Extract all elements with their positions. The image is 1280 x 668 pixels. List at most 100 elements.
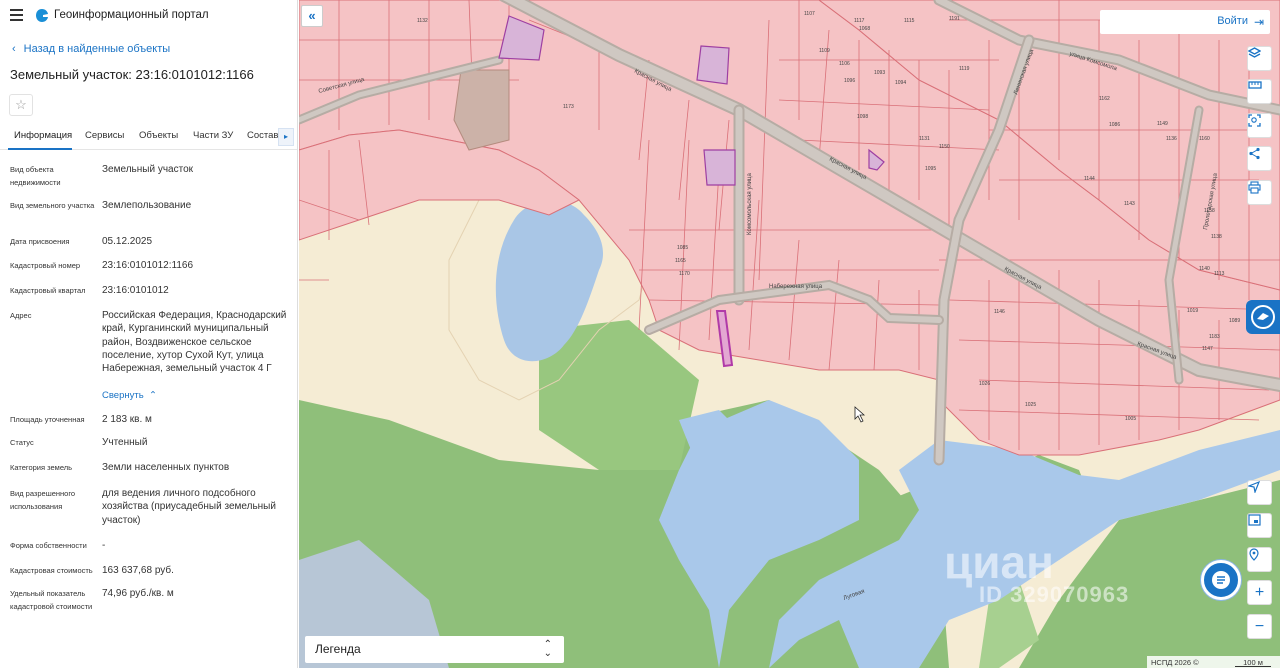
svg-text:1138: 1138 <box>1211 234 1222 240</box>
svg-text:1150: 1150 <box>939 144 950 150</box>
tab-parts[interactable]: Части ЗУ <box>193 130 233 141</box>
chevron-left-icon: ‹ <box>12 43 16 55</box>
property-value: 05.12.2025 <box>102 236 153 247</box>
property-value: 74,96 руб./кв. м <box>102 588 174 599</box>
highlighted-parcel[interactable] <box>696 45 730 85</box>
svg-text:1146: 1146 <box>994 309 1005 315</box>
map-view[interactable]: Красная улица Красная улица Красная улиц… <box>299 0 1280 668</box>
minimap-button[interactable] <box>1247 513 1272 538</box>
property-value: Учтенный <box>102 437 148 448</box>
share-button[interactable] <box>1247 146 1272 171</box>
back-to-results-link[interactable]: ‹ Назад в найденные объекты <box>12 43 170 55</box>
info-panel: Геоинформационный портал ‹ Назад в найден… <box>0 0 298 668</box>
svg-text:1158: 1158 <box>1204 208 1215 214</box>
zoom-in-button[interactable]: + <box>1247 580 1272 605</box>
svg-text:1005: 1005 <box>1125 416 1136 422</box>
property-value: 23:16:0101012:1166 <box>102 260 194 271</box>
property-value: - <box>102 540 106 551</box>
feedback-button[interactable] <box>1246 300 1280 334</box>
svg-text:1144: 1144 <box>1084 176 1095 182</box>
property-value: Земли населенных пунктов <box>102 462 230 473</box>
watermark-logo: циан <box>944 536 1054 588</box>
property-value: 163 637,68 руб. <box>102 565 174 576</box>
collapse-address-link[interactable]: Свернуть ⌃ <box>102 390 157 401</box>
tabs-scroll-right-button[interactable]: ▸ <box>278 128 294 146</box>
property-label: Вид объекта недвижимости <box>10 165 61 187</box>
property-value: 2 183 кв. м <box>102 414 152 425</box>
scale-bar: НСПД 2026 © 100 м <box>1147 656 1280 668</box>
chat-icon <box>1212 571 1230 589</box>
print-button[interactable] <box>1247 180 1272 205</box>
property-label: Кадастровая стоимость <box>10 566 93 575</box>
zoom-out-button[interactable]: − <box>1247 614 1272 639</box>
ruler-button[interactable] <box>1247 79 1272 104</box>
svg-text:1019: 1019 <box>1187 308 1198 314</box>
layers-icon <box>1248 47 1261 58</box>
svg-text:1096: 1096 <box>844 78 855 84</box>
property-value: 23:16:0101012 <box>102 285 169 296</box>
scale-label: 100 м <box>1235 658 1271 667</box>
street-label: Набережная улица <box>769 284 823 290</box>
select-area-button[interactable] <box>1247 113 1272 138</box>
property-label: Вид земельного участка <box>10 201 95 210</box>
portal-logo-icon <box>36 9 48 22</box>
login-button[interactable]: Войти ⇥ <box>1100 10 1270 34</box>
svg-text:1173: 1173 <box>563 104 574 110</box>
svg-text:1095: 1095 <box>925 166 936 172</box>
navigation-arrow-icon <box>1248 481 1260 493</box>
copyright-text: НСПД 2026 © <box>1151 658 1199 667</box>
svg-text:1131: 1131 <box>919 136 930 142</box>
svg-text:1132: 1132 <box>417 18 428 24</box>
tab-services[interactable]: Сервисы <box>85 130 124 141</box>
svg-text:1170: 1170 <box>679 271 690 277</box>
menu-icon[interactable] <box>10 9 23 21</box>
object-title: Земельный участок: 23:16:0101012:1166 <box>10 67 254 82</box>
highlighted-parcel[interactable] <box>703 149 736 186</box>
svg-text:1143: 1143 <box>1124 201 1135 207</box>
property-label: Площадь уточненная <box>10 415 85 424</box>
chat-button[interactable] <box>1201 560 1241 600</box>
property-value: Земельный участок <box>102 164 194 175</box>
svg-text:1113: 1113 <box>1214 271 1225 277</box>
favorite-star-icon[interactable]: ☆ <box>9 94 33 116</box>
minus-icon: − <box>1254 617 1265 635</box>
svg-text:1117: 1117 <box>854 18 865 24</box>
svg-text:1162: 1162 <box>1099 96 1110 102</box>
tab-information[interactable]: Информация <box>14 130 72 141</box>
print-icon <box>1248 181 1261 194</box>
login-label: Войти <box>1217 15 1248 27</box>
street-label: Комсомольская улица <box>747 173 753 235</box>
svg-text:1165: 1165 <box>675 258 686 264</box>
plus-icon: + <box>1254 583 1265 601</box>
watermark-id: ID 329070963 <box>979 582 1130 607</box>
layers-button[interactable] <box>1247 46 1272 71</box>
location-pin-button[interactable] <box>1247 547 1272 572</box>
property-label: Категория земель <box>10 463 73 472</box>
share-icon <box>1249 147 1260 160</box>
select-area-icon <box>1248 114 1261 127</box>
chevron-up-icon: ⌃ <box>146 390 157 401</box>
tabs-bar: Информация Сервисы Объекты Части ЗУ Сост… <box>0 124 297 150</box>
property-value: Российская Федерация, Краснодарский край… <box>102 310 287 375</box>
svg-text:1085: 1085 <box>677 245 688 251</box>
svg-text:1089: 1089 <box>1229 318 1240 324</box>
collapse-label: Свернуть <box>102 390 144 401</box>
back-link-label: Назад в найденные объекты <box>23 43 171 55</box>
tab-objects[interactable]: Объекты <box>139 130 178 141</box>
geolocate-button[interactable] <box>1247 480 1272 505</box>
location-pin-icon <box>1249 548 1259 561</box>
svg-text:1119: 1119 <box>959 66 970 72</box>
svg-text:1106: 1106 <box>839 61 850 67</box>
collapse-panel-button[interactable]: « <box>301 5 323 27</box>
property-label: Адрес <box>10 311 32 320</box>
property-label: Удельный показатель кадастровой стоимост… <box>10 589 93 611</box>
property-label: Статус <box>10 438 34 447</box>
svg-text:1086: 1086 <box>1109 122 1120 128</box>
svg-text:1098: 1098 <box>857 114 868 120</box>
svg-text:1025: 1025 <box>1025 402 1036 408</box>
tab-composition[interactable]: Состав <box>247 130 278 141</box>
map-canvas[interactable]: Красная улица Красная улица Красная улиц… <box>299 0 1280 668</box>
svg-text:1149: 1149 <box>1157 121 1168 127</box>
legend-dropdown[interactable]: Легенда ⌃ ⌄ <box>305 636 564 663</box>
svg-text:1160: 1160 <box>1199 136 1210 142</box>
